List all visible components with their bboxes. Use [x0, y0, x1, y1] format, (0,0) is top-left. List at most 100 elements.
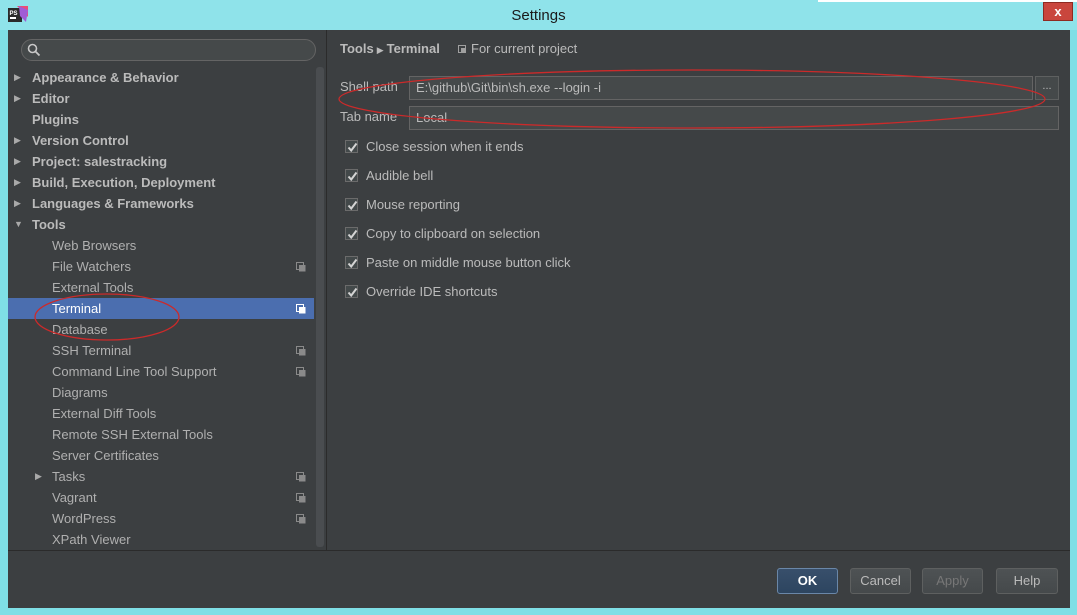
tree-item-label: Appearance & Behavior [32, 70, 179, 85]
settings-dialog: ▶ Appearance & Behavior ▶ Editor Plugins ▶ Ver… [8, 30, 1070, 608]
tree-item-remote-ssh-external-tools[interactable]: Remote SSH External Tools [8, 424, 314, 445]
chevron-right-icon: ▶ [376, 45, 384, 55]
option-override-ide-shortcuts[interactable]: Override IDE shortcuts [345, 284, 745, 302]
tree-item-external-diff-tools[interactable]: External Diff Tools [8, 403, 314, 424]
checkbox-mouse-reporting[interactable] [345, 198, 358, 211]
chevron-right-icon[interactable]: ▶ [35, 466, 45, 487]
checkbox-close-session-when-it-ends[interactable] [345, 140, 358, 153]
project-level-icon [296, 304, 306, 314]
option-label: Close session when it ends [366, 139, 524, 154]
help-button[interactable]: Help [996, 568, 1058, 594]
tree-item-label: Vagrant [52, 490, 97, 505]
checkmark-icon [347, 171, 358, 182]
checkmark-icon [347, 229, 358, 240]
chevron-right-icon[interactable]: ▶ [14, 151, 24, 172]
option-mouse-reporting[interactable]: Mouse reporting [345, 197, 745, 215]
chevron-right-icon[interactable]: ▶ [14, 172, 24, 193]
tree-item-languages-frameworks[interactable]: ▶ Languages & Frameworks [8, 193, 314, 214]
checkbox-override-ide-shortcuts[interactable] [345, 285, 358, 298]
option-close-session-when-it-ends[interactable]: Close session when it ends [345, 139, 745, 157]
annotation-ellipse-shell-path [338, 69, 1046, 129]
tree-item-server-certificates[interactable]: Server Certificates [8, 445, 314, 466]
checkmark-icon [347, 142, 358, 153]
project-level-icon [296, 346, 306, 356]
tree-item-label: Remote SSH External Tools [52, 427, 213, 442]
option-label: Copy to clipboard on selection [366, 226, 541, 241]
chevron-right-icon[interactable]: ▶ [14, 193, 24, 214]
ok-button[interactable]: OK [777, 568, 838, 594]
checkmark-icon [347, 258, 358, 269]
checkmark-icon [347, 200, 358, 211]
option-label: Paste on middle mouse button click [366, 255, 571, 270]
tree-item-plugins[interactable]: Plugins [8, 109, 314, 130]
tree-item-wordpress[interactable]: WordPress [8, 508, 314, 529]
tree-item-build-execution-deployment[interactable]: ▶ Build, Execution, Deployment [8, 172, 314, 193]
tree-item-editor[interactable]: ▶ Editor [8, 88, 314, 109]
chevron-right-icon[interactable]: ▶ [14, 88, 24, 109]
breadcrumb-item-terminal: Terminal [386, 41, 440, 56]
breadcrumb: Tools ▶ Terminal [340, 41, 440, 56]
project-scope-note: For current project [458, 41, 577, 56]
tree-item-version-control[interactable]: ▶ Version Control [8, 130, 314, 151]
window-title: Settings [511, 7, 566, 24]
option-audible-bell[interactable]: Audible bell [345, 168, 745, 186]
tree-item-label: Build, Execution, Deployment [32, 175, 216, 190]
tree-item-label: Plugins [32, 112, 79, 127]
sidebar-scrollbar[interactable] [316, 67, 324, 547]
project-level-icon [296, 472, 306, 482]
tree-item-label: File Watchers [52, 259, 131, 274]
project-level-icon [296, 493, 306, 503]
tree-item-label: Tools [32, 217, 66, 232]
option-label: Audible bell [366, 168, 434, 183]
chevron-right-icon[interactable]: ▶ [14, 130, 24, 151]
window-titlebar: PS Settings x [0, 0, 1077, 30]
project-scope-icon [458, 45, 466, 53]
checkbox-copy-to-clipboard-on-selection[interactable] [345, 227, 358, 240]
project-scope-label: For current project [471, 41, 578, 56]
tree-item-project-salestracking[interactable]: ▶ Project: salestracking [8, 151, 314, 172]
tree-item-label: External Diff Tools [52, 406, 157, 421]
tree-item-label: Web Browsers [52, 238, 137, 253]
tree-item-label: XPath Viewer [52, 532, 131, 547]
checkbox-paste-on-middle-mouse-button-click[interactable] [345, 256, 358, 269]
option-label: Override IDE shortcuts [366, 284, 498, 299]
option-label: Mouse reporting [366, 197, 460, 212]
tree-item-web-browsers[interactable]: Web Browsers [8, 235, 314, 256]
tree-item-label: Languages & Frameworks [32, 196, 194, 211]
search-icon [27, 43, 41, 57]
option-paste-on-middle-mouse-button-click[interactable]: Paste on middle mouse button click [345, 255, 745, 273]
project-level-icon [296, 262, 306, 272]
tree-item-appearance-behavior[interactable]: ▶ Appearance & Behavior [8, 67, 314, 88]
option-copy-to-clipboard-on-selection[interactable]: Copy to clipboard on selection [345, 226, 745, 244]
tree-item-diagrams[interactable]: Diagrams [8, 382, 314, 403]
checkmark-icon [347, 287, 358, 298]
window-close-button[interactable]: x [1043, 2, 1073, 21]
checkbox-audible-bell[interactable] [345, 169, 358, 182]
tree-item-label: Server Certificates [52, 448, 159, 463]
tree-item-label: WordPress [52, 511, 117, 526]
tree-item-label: Tasks [52, 469, 86, 484]
tree-item-label: Version Control [32, 133, 129, 148]
tree-item-command-line-tool-support[interactable]: Command Line Tool Support [8, 361, 314, 382]
sidebar-divider[interactable] [326, 30, 327, 550]
tree-item-xpath-viewer[interactable]: XPath Viewer [8, 529, 314, 550]
cancel-button[interactable]: Cancel [850, 568, 911, 594]
chevron-right-icon[interactable]: ▶ [14, 67, 24, 88]
tree-item-label: Editor [32, 91, 70, 106]
footer-divider [8, 550, 1070, 551]
settings-search-input[interactable] [21, 39, 316, 61]
apply-button[interactable]: Apply [922, 568, 983, 594]
project-level-icon [296, 367, 306, 377]
annotation-ellipse-terminal [34, 293, 180, 341]
chevron-down-icon[interactable]: ▼ [14, 214, 24, 235]
breadcrumb-item-tools: Tools [340, 41, 374, 56]
project-level-icon [296, 514, 306, 524]
tree-item-vagrant[interactable]: Vagrant [8, 487, 314, 508]
tree-item-file-watchers[interactable]: File Watchers [8, 256, 314, 277]
tree-item-label: Diagrams [52, 385, 108, 400]
tree-item-label: Command Line Tool Support [52, 364, 217, 379]
tree-item-tasks[interactable]: ▶ Tasks [8, 466, 314, 487]
titlebar-highlight [818, 0, 1077, 2]
tree-item-label: Project: salestracking [32, 154, 168, 169]
tree-item-tools[interactable]: ▼ Tools [8, 214, 314, 235]
